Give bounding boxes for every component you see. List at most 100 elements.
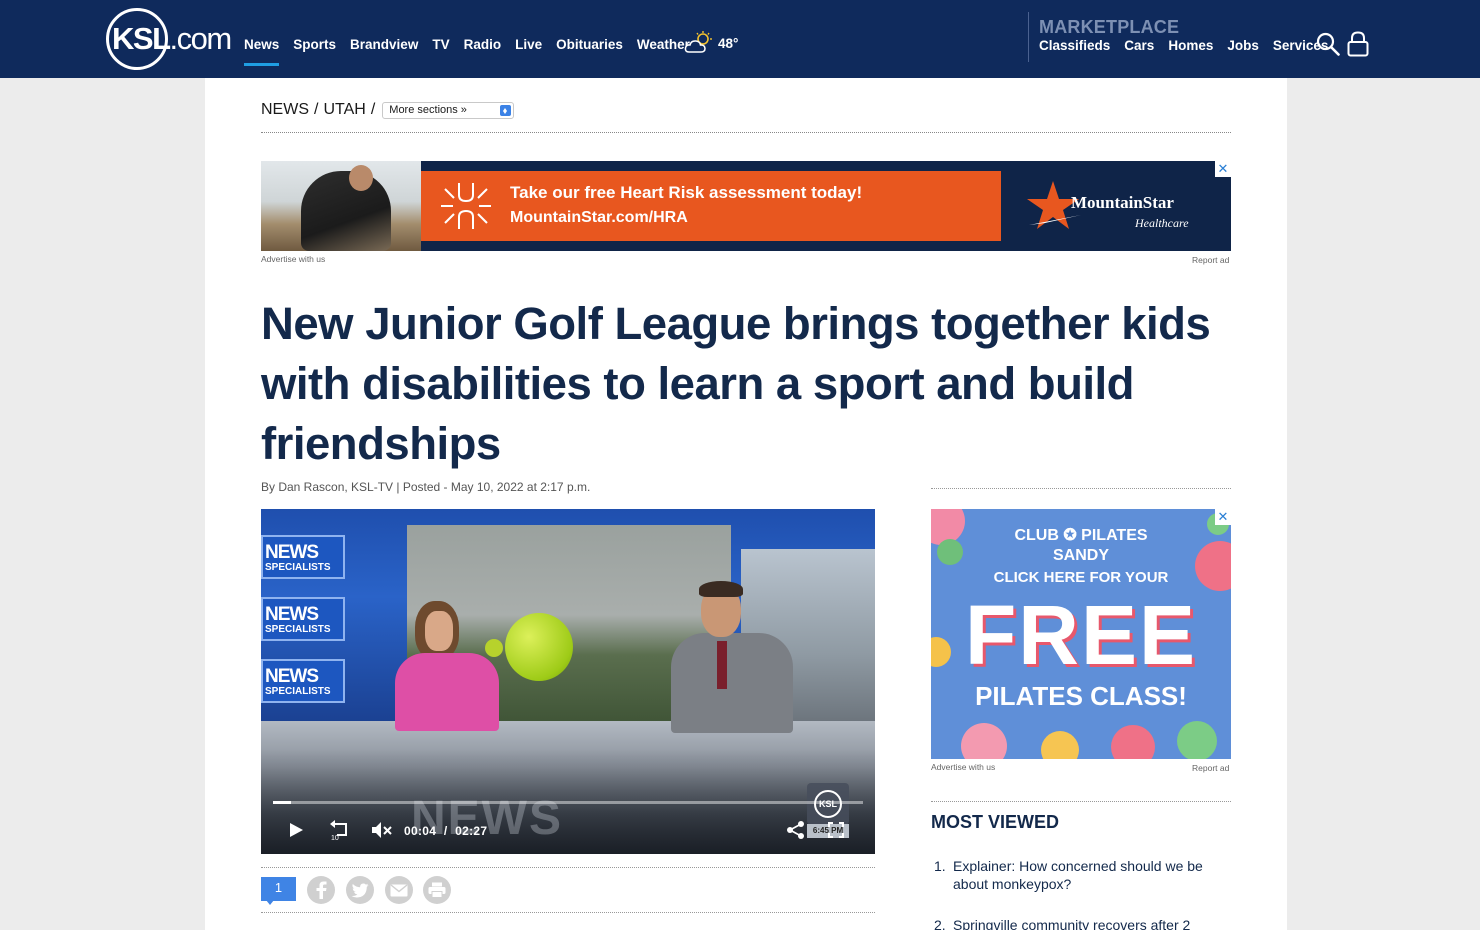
- facebook-share-button[interactable]: [307, 876, 335, 904]
- nav-brandview[interactable]: Brandview: [350, 37, 418, 52]
- print-icon: [428, 882, 446, 898]
- video-tag-title: NEWS: [265, 666, 319, 687]
- ad-flower-decoration: [1111, 725, 1155, 759]
- most-viewed-link[interactable]: Explainer: How concerned should we be ab…: [953, 857, 1223, 893]
- ad-free-word: FREE: [964, 588, 1198, 682]
- logo-text-suffix: .com: [169, 21, 233, 56]
- breadcrumb-separator: /: [370, 101, 376, 118]
- video-time: 00:04 / 02:27: [404, 824, 487, 838]
- anchor-jacket: [395, 653, 499, 731]
- advertise-link[interactable]: Advertise with us: [931, 762, 995, 772]
- nav-classifieds[interactable]: Classifieds: [1039, 38, 1110, 53]
- video-anchor-man: [667, 581, 797, 735]
- ad-url: MountainStar.com/HRA: [510, 209, 688, 226]
- rewind-10-icon: 10: [330, 820, 347, 841]
- ad-headline: Take our free Heart Risk assessment toda…: [510, 183, 863, 202]
- search-icon: [1316, 32, 1340, 56]
- video-tennis-ball: [505, 613, 573, 681]
- anchor-hair: [699, 581, 743, 597]
- anchor-face: [425, 611, 453, 651]
- more-sections-value: More sections »: [389, 104, 467, 116]
- comment-count-badge[interactable]: 1: [261, 877, 296, 905]
- more-sections-select[interactable]: More sections »: [382, 101, 515, 119]
- video-share-button[interactable]: [781, 815, 811, 845]
- video-current-time: 00:04: [404, 824, 437, 838]
- share-bar: 1: [261, 876, 875, 907]
- play-icon: [290, 823, 303, 837]
- twitter-icon: [351, 883, 369, 898]
- header-divider: [1028, 12, 1029, 62]
- ad-club-pilates: CLUB ✪ PILATES: [1014, 527, 1148, 544]
- nav-tv[interactable]: TV: [432, 37, 449, 52]
- ad-close-icon[interactable]: ✕: [1215, 509, 1231, 525]
- breadcrumb: NEWS / UTAH / More sections »: [261, 101, 515, 119]
- breadcrumb-divider: [261, 132, 1231, 133]
- club-pilates-ad[interactable]: CLUB ✪ PILATES SANDY CLICK HERE FOR YOUR…: [931, 509, 1231, 759]
- video-time-separator: /: [443, 824, 448, 838]
- twitter-share-button[interactable]: [346, 876, 374, 904]
- nav-news[interactable]: News: [244, 37, 280, 66]
- anchor-tie: [717, 641, 727, 689]
- logo-text-bold: KSL: [112, 21, 171, 56]
- marketplace-title[interactable]: MARKETPLACE: [1039, 17, 1179, 38]
- video-news-tag: NEWS SPECIALISTS: [261, 535, 345, 579]
- share-top-divider: [261, 867, 875, 868]
- ad-leaf-decoration: [1177, 721, 1217, 759]
- fullscreen-icon: [828, 822, 844, 838]
- marketplace-nav: Classifieds Cars Homes Jobs Services: [1039, 38, 1328, 53]
- video-anchor-woman: [393, 601, 503, 731]
- video-tag-title: NEWS: [265, 604, 319, 625]
- ad-class-line: PILATES CLASS!: [975, 681, 1187, 711]
- search-button[interactable]: [1316, 32, 1340, 61]
- rewind-10-button[interactable]: 10: [324, 815, 354, 845]
- mute-icon: [372, 822, 392, 838]
- email-icon: [390, 883, 408, 896]
- nav-live[interactable]: Live: [515, 37, 542, 52]
- video-tag-sub: SPECIALISTS: [265, 686, 331, 697]
- email-share-button[interactable]: [385, 876, 413, 904]
- sidebar-top-divider: [931, 488, 1231, 489]
- account-button[interactable]: [1347, 31, 1369, 62]
- heart-risk-ad[interactable]: Take our free Heart Risk assessment toda…: [261, 161, 1231, 251]
- ad-photo-head: [349, 165, 373, 191]
- ad-close-icon[interactable]: ✕: [1215, 161, 1231, 177]
- video-progress-bar[interactable]: [273, 801, 863, 804]
- share-bottom-divider: [261, 912, 875, 913]
- nav-weather[interactable]: Weather: [637, 37, 690, 52]
- play-button[interactable]: [281, 815, 311, 845]
- most-viewed-rank: 1.: [934, 858, 946, 874]
- report-ad-link[interactable]: Report ad: [1192, 255, 1229, 265]
- most-viewed-rank: 2.: [934, 917, 946, 930]
- fullscreen-button[interactable]: [821, 815, 851, 845]
- mute-button[interactable]: [367, 815, 397, 845]
- breadcrumb-news[interactable]: NEWS: [261, 101, 309, 119]
- ad-photo: [261, 161, 421, 251]
- weather-widget[interactable]: 48°: [684, 31, 738, 55]
- print-button[interactable]: [423, 876, 451, 904]
- advertise-link[interactable]: Advertise with us: [261, 254, 325, 264]
- partly-cloudy-icon: [684, 31, 712, 53]
- nav-cars[interactable]: Cars: [1124, 38, 1154, 53]
- svg-text:10: 10: [331, 835, 339, 841]
- nav-radio[interactable]: Radio: [464, 37, 502, 52]
- most-viewed-link[interactable]: Springville community recovers after 2: [953, 916, 1223, 930]
- video-tag-sub: SPECIALISTS: [265, 624, 331, 635]
- nav-jobs[interactable]: Jobs: [1227, 38, 1259, 53]
- ad-location: SANDY: [1052, 547, 1109, 564]
- video-progress-fill: [273, 801, 291, 804]
- ad-brand-sub: Healthcare: [1135, 216, 1189, 230]
- video-player[interactable]: NEWS SPECIALISTS NEWS SPECIALISTS NEWS SPEC…: [261, 509, 875, 854]
- breadcrumb-utah[interactable]: UTAH: [323, 101, 365, 119]
- nav-obituaries[interactable]: Obituaries: [556, 37, 623, 52]
- video-ksl-bug-text: KSL: [814, 790, 842, 818]
- article-headline: New Junior Golf League brings together k…: [261, 298, 1211, 469]
- video-tag-title: NEWS: [265, 542, 319, 563]
- logo-text: KSL.com: [112, 21, 233, 57]
- video-tag-sub: SPECIALISTS: [265, 562, 331, 573]
- main-nav: News Sports Brandview TV Radio Live Obit…: [244, 37, 690, 66]
- share-icon: [787, 821, 804, 839]
- nav-homes[interactable]: Homes: [1168, 38, 1213, 53]
- nav-sports[interactable]: Sports: [293, 37, 336, 52]
- report-ad-link[interactable]: Report ad: [1192, 763, 1229, 773]
- ksl-logo[interactable]: KSL.com: [106, 8, 232, 70]
